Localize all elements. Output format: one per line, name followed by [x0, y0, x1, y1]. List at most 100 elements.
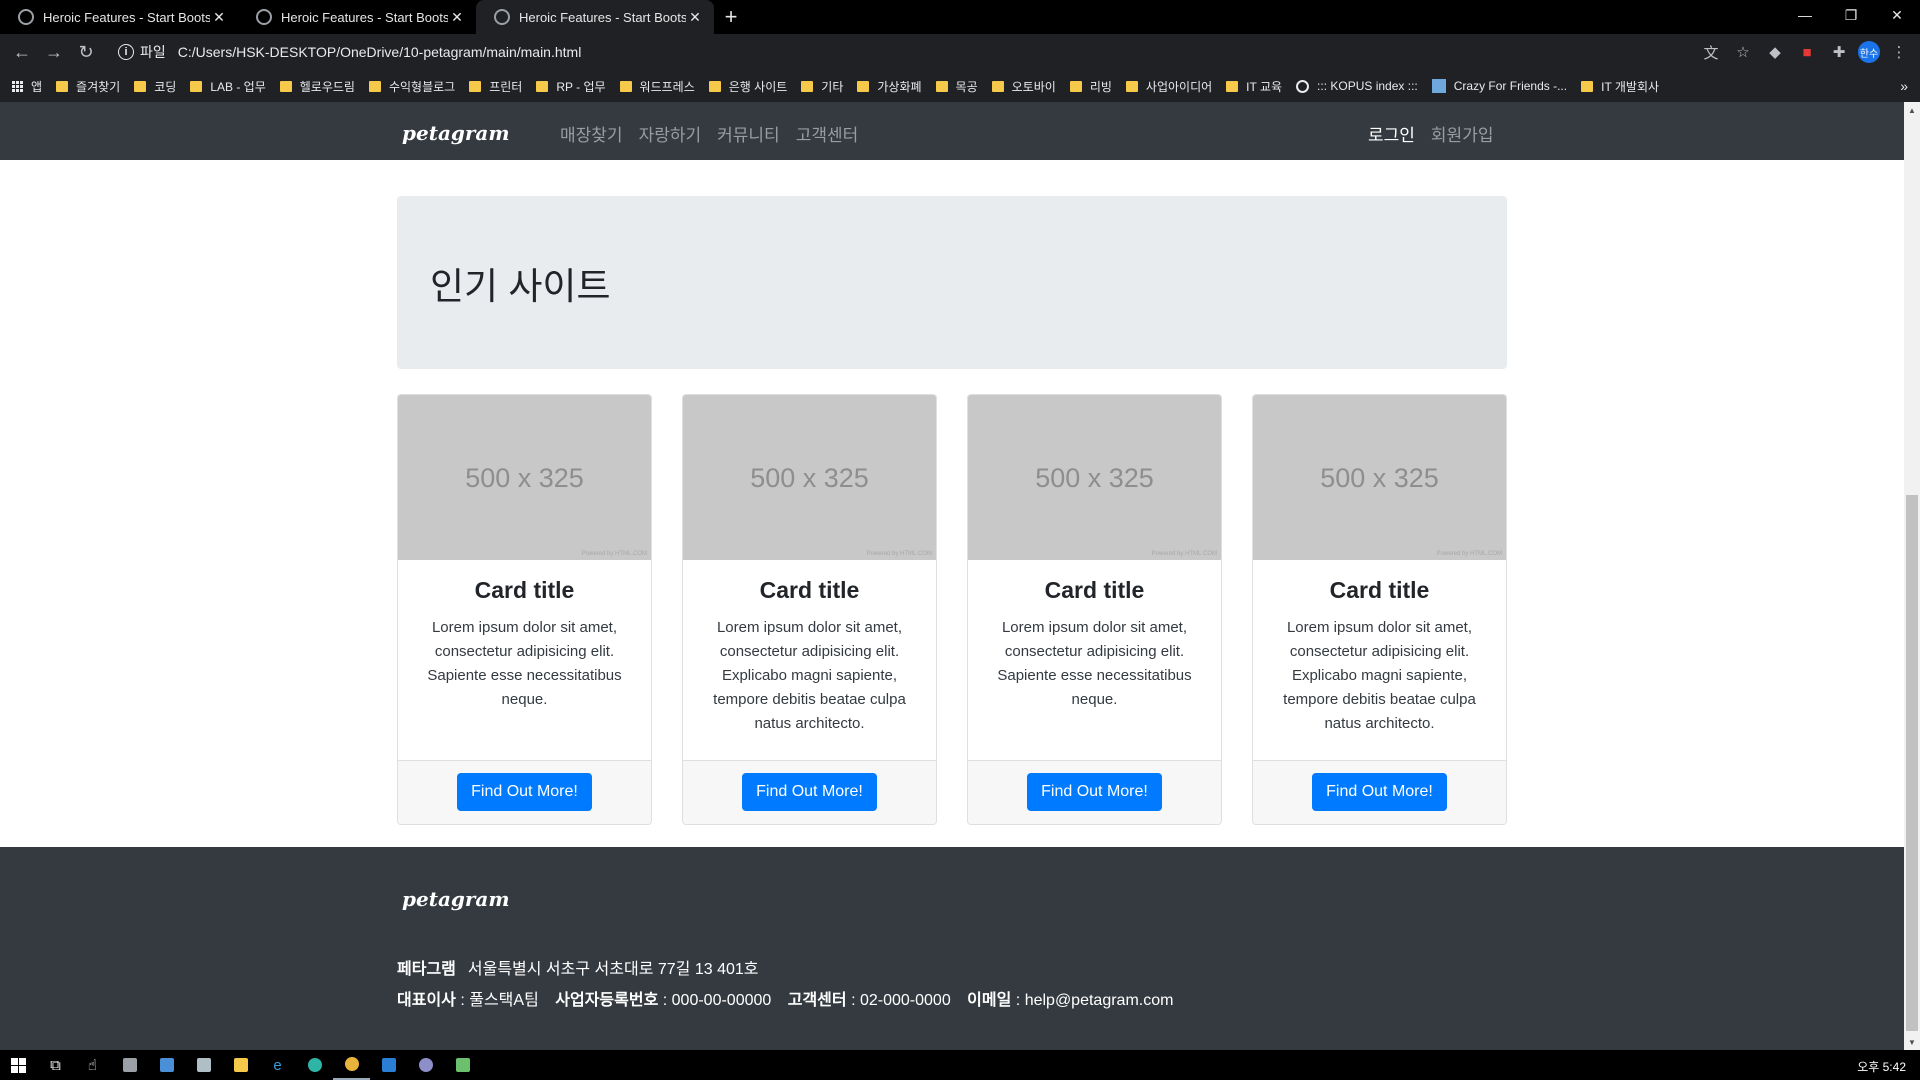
internet-explorer-icon[interactable]: e — [259, 1050, 296, 1080]
email-value: : help@petagram.com — [1015, 992, 1174, 1009]
bookmark-folder[interactable]: 헬로우드림 — [279, 78, 355, 95]
new-tab-button[interactable]: + — [714, 0, 748, 34]
scroll-thumb[interactable] — [1906, 495, 1918, 1031]
bookmarks-overflow-button[interactable]: » — [1900, 78, 1908, 94]
windows-start-icon[interactable] — [0, 1050, 37, 1080]
extension-pinterest-icon[interactable]: ◆ — [1762, 39, 1788, 65]
find-out-more-button[interactable]: Find Out More! — [457, 773, 592, 811]
bookmark-folder[interactable]: 리빙 — [1069, 78, 1112, 95]
jumbotron: 인기 사이트 — [397, 196, 1507, 369]
bookmark-label: 앱 — [31, 79, 43, 94]
image-credit: Powered by HTML.COM — [1436, 551, 1502, 557]
extension-red-icon[interactable]: ■ — [1794, 39, 1820, 65]
close-icon[interactable]: ✕ — [210, 9, 228, 26]
file-explorer-icon[interactable] — [222, 1050, 259, 1080]
taskbar-clock[interactable]: 오후 5:42 — [1857, 1058, 1906, 1075]
card-footer: Find Out More! — [398, 760, 651, 824]
minimize-button[interactable]: — — [1782, 0, 1828, 30]
nav-link-store-finder[interactable]: 매장찾기 — [560, 121, 623, 146]
close-window-button[interactable]: ✕ — [1874, 0, 1920, 30]
card: 500 x 325 Powered by HTML.COM Card title… — [1252, 394, 1507, 825]
window-controls: — ❐ ✕ — [1782, 0, 1920, 30]
star-icon[interactable]: ☆ — [1730, 39, 1756, 65]
nav-link-showoff[interactable]: 자랑하기 — [639, 121, 702, 146]
task-view-icon[interactable]: ⧉ — [37, 1050, 74, 1080]
bookmark-folder[interactable]: IT 교육 — [1226, 78, 1282, 95]
bookmark-folder[interactable]: 즐겨찾기 — [56, 78, 120, 95]
bookmark-folder[interactable]: 목공 — [935, 78, 978, 95]
find-out-more-button[interactable]: Find Out More! — [1027, 773, 1162, 811]
bookmark-label: 가상화폐 — [877, 79, 922, 94]
bookmark-label: 프린터 — [489, 79, 523, 94]
site-tile-icon — [1431, 79, 1446, 93]
ceo-value: : 풀스택A팀 — [460, 992, 539, 1009]
forward-button[interactable]: → — [38, 38, 70, 66]
find-out-more-button[interactable]: Find Out More! — [1312, 773, 1447, 811]
card-title: Card title — [1329, 577, 1430, 603]
app-icon[interactable] — [407, 1050, 444, 1080]
bookmark-link[interactable]: ::: KOPUS index ::: — [1296, 79, 1418, 93]
puzzle-icon[interactable]: ✚ — [1826, 39, 1852, 65]
page-scrollbar[interactable]: ▲ ▼ — [1904, 102, 1920, 1050]
bookmark-folder[interactable]: RP - 업무 — [536, 78, 606, 95]
info-icon[interactable]: i — [118, 44, 134, 60]
calculator-icon[interactable] — [111, 1050, 148, 1080]
bookmark-apps[interactable]: 앱 — [12, 78, 42, 95]
profile-avatar[interactable]: 한수 — [1858, 41, 1880, 63]
bookmark-folder[interactable]: IT 개발회사 — [1581, 78, 1659, 95]
bookmark-folder[interactable]: 사업아이디어 — [1125, 78, 1212, 95]
signup-link[interactable]: 회원가입 — [1431, 121, 1494, 146]
folder-icon — [619, 80, 632, 92]
card-footer: Find Out More! — [1253, 760, 1506, 824]
bookmark-link[interactable]: Crazy For Friends -... — [1431, 79, 1568, 93]
menu-icon[interactable]: ⋮ — [1886, 39, 1912, 65]
globe-icon — [256, 9, 272, 25]
translate-icon[interactable]: 文 — [1698, 39, 1724, 65]
support-label: 고객센터 — [787, 992, 847, 1009]
support-phone: : 02-000-0000 — [851, 992, 951, 1009]
cursor-app-icon[interactable]: ☝ — [74, 1050, 111, 1080]
bookmark-folder[interactable]: 가상화폐 — [857, 78, 922, 95]
browser-tab-2[interactable]: Heroic Features - Start Bootstrap ✕ — [238, 0, 476, 34]
browser-tab-1[interactable]: Heroic Features - Start Bootstrap ✕ — [0, 0, 238, 34]
bookmark-label: IT 개발회사 — [1601, 79, 1660, 94]
folder-icon — [935, 80, 948, 92]
edge-icon[interactable] — [296, 1050, 333, 1080]
card-image-placeholder: 500 x 325 Powered by HTML.COM — [1253, 395, 1506, 560]
address-bar[interactable]: i 파일 C:/Users/HSK-DESKTOP/OneDrive/10-pe… — [110, 38, 1820, 66]
scroll-down-arrow-icon[interactable]: ▼ — [1904, 1034, 1920, 1050]
image-credit: Powered by HTML.COM — [1151, 551, 1217, 557]
notepad-icon[interactable] — [185, 1050, 222, 1080]
find-out-more-button[interactable]: Find Out More! — [742, 773, 877, 811]
tab-title: Heroic Features - Start Bootstrap — [519, 9, 686, 25]
footer-info-line: 대표이사 : 풀스택A팀 사업자등록번호 : 000-00-00000 고객센터… — [397, 986, 1173, 1010]
back-button[interactable]: ← — [6, 38, 38, 66]
close-icon[interactable]: ✕ — [686, 9, 704, 26]
login-link[interactable]: 로그인 — [1368, 121, 1415, 146]
chrome-icon[interactable] — [333, 1050, 370, 1080]
bookmark-folder[interactable]: 코딩 — [134, 78, 176, 95]
app-icon[interactable] — [444, 1050, 481, 1080]
reload-button[interactable]: ↻ — [70, 38, 102, 66]
url-text[interactable]: C:/Users/HSK-DESKTOP/OneDrive/10-petagra… — [178, 44, 582, 60]
close-icon[interactable]: ✕ — [448, 9, 466, 26]
site-logo[interactable]: petagram — [402, 121, 510, 145]
bookmark-folder[interactable]: 기타 — [801, 78, 843, 95]
email-label: 이메일 — [967, 992, 1012, 1009]
browser-tab-3-active[interactable]: Heroic Features - Start Bootstrap ✕ — [476, 0, 714, 34]
bookmark-folder[interactable]: 수익형블로그 — [368, 78, 455, 95]
restore-button[interactable]: ❐ — [1828, 0, 1874, 30]
bookmark-label: Crazy For Friends -... — [1453, 79, 1568, 93]
bookmark-folder[interactable]: 은행 사이트 — [708, 78, 787, 95]
nav-link-support[interactable]: 고객센터 — [796, 121, 859, 146]
bookmark-folder[interactable]: 워드프레스 — [619, 78, 695, 95]
nav-link-community[interactable]: 커뮤니티 — [717, 121, 780, 146]
bookmark-folder[interactable]: 오토바이 — [991, 78, 1056, 95]
folder-icon — [190, 80, 203, 92]
folder-icon — [1125, 80, 1138, 92]
bookmark-folder[interactable]: 프린터 — [469, 78, 522, 95]
vscode-icon[interactable] — [370, 1050, 407, 1080]
bookmark-folder[interactable]: LAB - 업무 — [190, 78, 266, 95]
scroll-up-arrow-icon[interactable]: ▲ — [1904, 102, 1920, 118]
mail-icon[interactable] — [148, 1050, 185, 1080]
